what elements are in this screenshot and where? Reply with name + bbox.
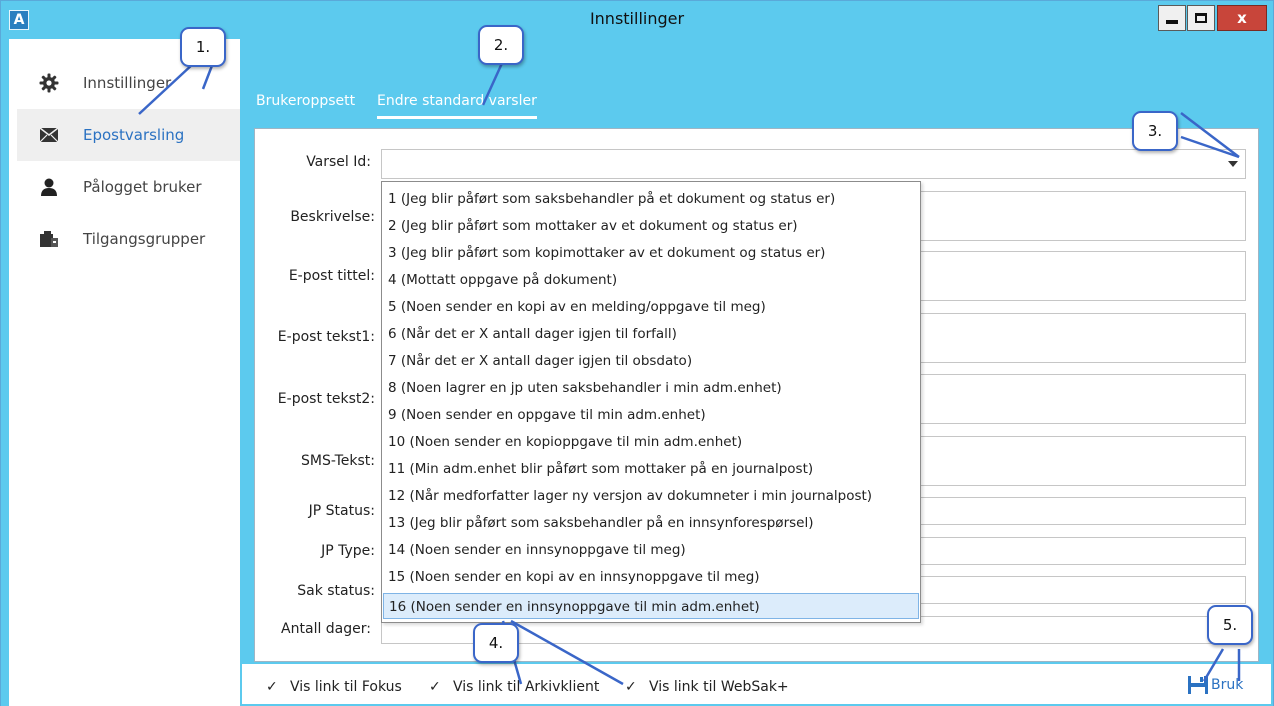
group-icon: [37, 227, 61, 251]
checkbox-vis-link-websak[interactable]: ✓ Vis link til WebSak+: [625, 677, 789, 697]
close-button[interactable]: x: [1217, 5, 1267, 31]
sidebar-item-palogget-bruker[interactable]: Pålogget bruker: [17, 161, 248, 213]
sms-tekst-label: SMS-Tekst:: [300, 453, 375, 469]
dropdown-option[interactable]: 12 (Når medforfatter lager ny versjon av…: [388, 483, 918, 509]
envelope-icon: [37, 123, 61, 147]
epost-tekst2-label: E-post tekst2:: [277, 391, 375, 407]
sidebar-item-label: Tilgangsgrupper: [83, 230, 206, 248]
minimize-button[interactable]: [1158, 5, 1186, 31]
checkbox-label: Vis link til WebSak+: [649, 679, 789, 695]
settings-window: A Innstillinger x Innstillinger Epostvar…: [0, 0, 1274, 706]
dropdown-option[interactable]: 3 (Jeg blir påført som kopimottaker av e…: [388, 240, 918, 266]
antall-dager-label: Antall dager:: [281, 621, 371, 637]
dropdown-option[interactable]: 1 (Jeg blir påført som saksbehandler på …: [388, 186, 918, 212]
checkmark-icon: ✓: [429, 679, 441, 695]
sidebar-item-tilgangsgrupper[interactable]: Tilgangsgrupper: [17, 213, 248, 265]
varsel-id-combobox[interactable]: [381, 149, 1246, 179]
epost-tittel-label: E-post tittel:: [288, 268, 375, 284]
save-icon: [1188, 676, 1208, 694]
sak-status-label: Sak status:: [297, 583, 375, 599]
dropdown-option[interactable]: 11 (Min adm.enhet blir påført som mottak…: [388, 456, 918, 482]
sidebar-item-label: Pålogget bruker: [83, 178, 202, 196]
dropdown-option[interactable]: 14 (Noen sender en innsynoppgave til meg…: [388, 537, 918, 563]
dropdown-option[interactable]: 10 (Noen sender en kopioppgave til min a…: [388, 429, 918, 455]
sidebar-item-label: Epostvarsling: [83, 126, 185, 144]
jp-type-label: JP Type:: [321, 543, 375, 559]
callout-1: 1.: [180, 27, 226, 67]
dropdown-option[interactable]: 9 (Noen sender en oppgave til min adm.en…: [388, 402, 918, 428]
dropdown-option-selected[interactable]: 16 (Noen sender en innsynoppgave til min…: [383, 593, 919, 619]
callout-3: 3.: [1132, 111, 1178, 151]
dropdown-option[interactable]: 15 (Noen sender en kopi av en innsynoppg…: [388, 564, 918, 590]
callout-4: 4.: [473, 623, 519, 663]
checkmark-icon: ✓: [625, 679, 637, 695]
checkbox-label: Vis link til Fokus: [290, 679, 402, 695]
dropdown-option[interactable]: 2 (Jeg blir påført som mottaker av et do…: [388, 213, 918, 239]
maximize-button[interactable]: [1187, 5, 1215, 31]
minimize-icon: [1166, 20, 1178, 24]
varsel-id-label: Varsel Id:: [306, 154, 371, 170]
checkbox-vis-link-fokus[interactable]: ✓ Vis link til Fokus: [266, 677, 402, 697]
apply-button[interactable]: Bruk: [1187, 675, 1243, 695]
chevron-down-icon[interactable]: [1228, 161, 1238, 167]
varsel-id-dropdown-list[interactable]: 1 (Jeg blir påført som saksbehandler på …: [381, 181, 921, 623]
apply-label: Bruk: [1211, 677, 1244, 693]
user-icon: [37, 175, 61, 199]
checkbox-vis-link-arkivklient[interactable]: ✓ Vis link til Arkivklient: [429, 677, 599, 697]
tab-endre-standard-varsler[interactable]: Endre standard varsler: [377, 93, 537, 119]
callout-5: 5.: [1207, 605, 1253, 645]
dropdown-option[interactable]: 8 (Noen lagrer en jp uten saksbehandler …: [388, 375, 918, 401]
dropdown-option[interactable]: 4 (Mottatt oppgave på dokument): [388, 267, 918, 293]
dropdown-option[interactable]: 7 (Når det er X antall dager igjen til o…: [388, 348, 918, 374]
maximize-icon: [1195, 13, 1207, 23]
beskrivelse-label: Beskrivelse:: [290, 209, 375, 225]
sidebar-item-label: Innstillinger: [83, 74, 172, 92]
dropdown-option[interactable]: 6 (Når det er X antall dager igjen til f…: [388, 321, 918, 347]
dropdown-option[interactable]: 5 (Noen sender en kopi av en melding/opp…: [388, 294, 918, 320]
dropdown-option[interactable]: 13 (Jeg blir påført som saksbehandler på…: [388, 510, 918, 536]
checkmark-icon: ✓: [266, 679, 278, 695]
tab-brukeroppsett[interactable]: Brukeroppsett: [256, 93, 355, 119]
sidebar-item-epostvarsling[interactable]: Epostvarsling: [17, 109, 248, 161]
gear-icon: [37, 71, 61, 95]
epost-tekst1-label: E-post tekst1:: [277, 329, 375, 345]
jp-status-label: JP Status:: [308, 503, 375, 519]
sidebar: Innstillinger Epostvarsling Pålogget bru…: [1, 39, 248, 706]
checkbox-label: Vis link til Arkivklient: [453, 679, 600, 695]
callout-2: 2.: [478, 25, 524, 65]
